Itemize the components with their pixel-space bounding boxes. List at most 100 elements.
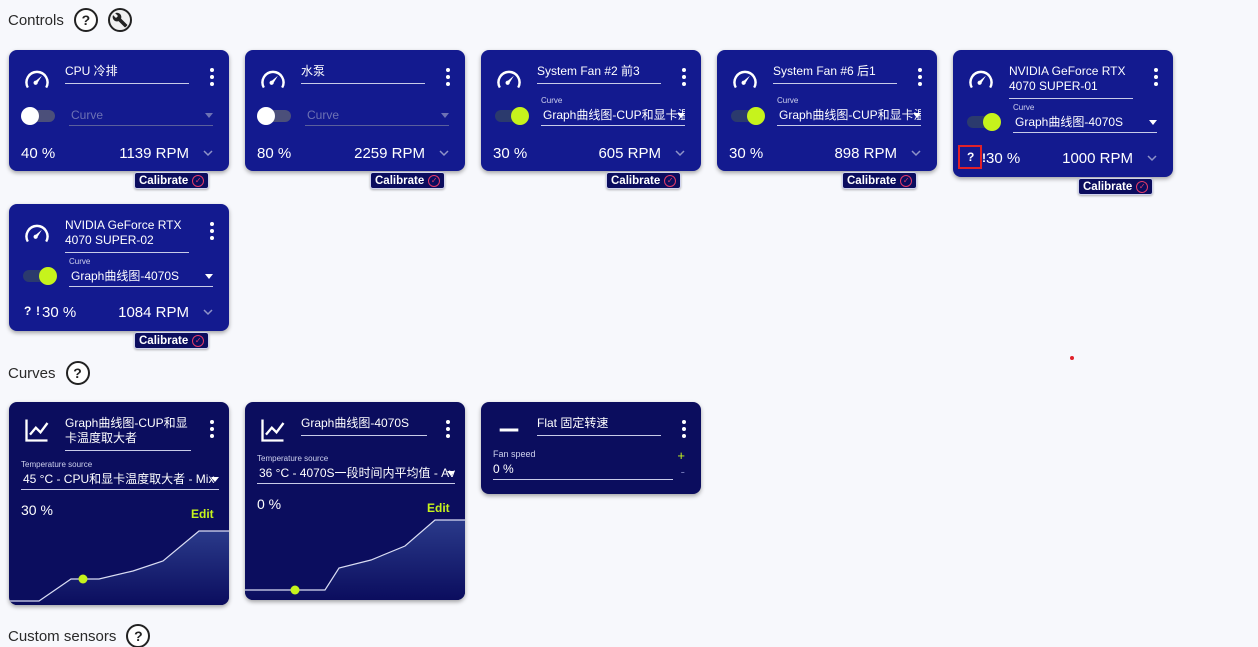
more-menu-icon[interactable] bbox=[681, 68, 687, 86]
curve-area bbox=[245, 520, 465, 600]
curves-help-button[interactable]: ? bbox=[65, 361, 90, 385]
line-chart-icon bbox=[261, 419, 285, 442]
expand-chevron-icon[interactable] bbox=[1147, 153, 1157, 163]
curve-select[interactable]: Curve Graph曲线图-4070S bbox=[1013, 103, 1157, 133]
expand-chevron-icon[interactable] bbox=[911, 148, 921, 158]
chevron-down-icon bbox=[441, 113, 449, 118]
more-menu-icon[interactable] bbox=[445, 68, 451, 86]
manual-toggle[interactable] bbox=[731, 107, 765, 125]
check-circle-icon: ✓ bbox=[192, 174, 205, 187]
edit-curve-button[interactable]: Edit bbox=[427, 501, 450, 515]
control-name[interactable]: System Fan #6 后1 bbox=[773, 64, 897, 84]
line-chart-icon bbox=[25, 419, 49, 442]
fan-rpm: 898 RPM bbox=[834, 145, 897, 162]
check-circle-icon: ✓ bbox=[1136, 180, 1149, 193]
curve-area bbox=[9, 531, 229, 605]
fan-percent: 30 % bbox=[493, 145, 528, 162]
increment-button[interactable]: + bbox=[677, 449, 685, 462]
calibrate-button[interactable]: Calibrate ✓ bbox=[134, 332, 210, 349]
more-menu-icon[interactable] bbox=[917, 68, 923, 86]
chevron-down-icon bbox=[211, 477, 219, 482]
curve-select[interactable]: Curve Graph曲线图-CUP和显卡温度取大者 bbox=[777, 96, 921, 126]
expand-chevron-icon[interactable] bbox=[203, 307, 213, 317]
controls-help-button[interactable]: ? bbox=[73, 8, 98, 32]
control-card-pump: 水泵 Curve 80 % 2259 RPM bbox=[245, 50, 465, 171]
cursor-dot bbox=[1070, 356, 1074, 360]
temperature-source-select[interactable]: Temperature source 45 °C - CPU和显卡温度取大者 -… bbox=[21, 460, 219, 490]
control-name[interactable]: 水泵 bbox=[301, 64, 425, 84]
curve-select[interactable]: Curve Graph曲线图-4070S bbox=[69, 257, 213, 287]
warning-question-icon[interactable]: ? bbox=[967, 150, 974, 164]
more-menu-icon[interactable] bbox=[1153, 68, 1159, 86]
help-icon: ? bbox=[73, 365, 82, 381]
chevron-down-icon bbox=[205, 274, 213, 279]
manual-toggle[interactable] bbox=[257, 107, 291, 125]
temperature-source-select[interactable]: Temperature source 36 °C - 4070S一段时间内平均值… bbox=[257, 454, 455, 484]
calibrate-button[interactable]: Calibrate ✓ bbox=[134, 172, 210, 189]
more-menu-icon[interactable] bbox=[209, 222, 215, 240]
chevron-down-icon bbox=[447, 471, 455, 476]
current-point bbox=[78, 574, 88, 584]
more-menu-icon[interactable] bbox=[681, 420, 687, 438]
check-circle-icon: ✓ bbox=[428, 174, 441, 187]
check-circle-icon: ✓ bbox=[192, 334, 205, 347]
control-card-gpu01: NVIDIA GeForce RTX 4070 SUPER-01 Curve Gr… bbox=[953, 50, 1173, 177]
curve-card-4070s: Graph曲线图-4070S Temperature source 36 °C … bbox=[245, 402, 465, 600]
controls-settings-button[interactable] bbox=[107, 8, 132, 32]
calibrate-button[interactable]: Calibrate ✓ bbox=[1078, 178, 1154, 195]
control-name[interactable]: NVIDIA GeForce RTX 4070 SUPER-02 bbox=[65, 218, 189, 253]
curve-name[interactable]: Flat 固定转速 bbox=[537, 416, 661, 436]
curve-select[interactable]: Curve bbox=[69, 106, 213, 126]
control-name[interactable]: CPU 冷排 bbox=[65, 64, 189, 84]
expand-chevron-icon[interactable] bbox=[675, 148, 685, 158]
curve-select[interactable]: Curve Graph曲线图-CUP和显卡温度取大者 bbox=[541, 96, 685, 126]
speedometer-icon bbox=[25, 70, 49, 89]
fan-speed-input[interactable]: Fan speed 0 % bbox=[493, 449, 673, 480]
calibrate-button[interactable]: Calibrate ✓ bbox=[842, 172, 918, 189]
calibrate-button[interactable]: Calibrate ✓ bbox=[370, 172, 446, 189]
control-card-sysfan6: System Fan #6 后1 Curve Graph曲线图-CUP和显卡温度… bbox=[717, 50, 937, 171]
custom-sensors-help-button[interactable]: ? bbox=[126, 624, 151, 647]
fan-percent: 40 % bbox=[21, 145, 56, 162]
decrement-button[interactable]: - bbox=[681, 465, 685, 478]
warning-question-icon[interactable]: ? bbox=[24, 304, 31, 318]
curve-graph[interactable] bbox=[9, 521, 229, 605]
curve-select[interactable]: Curve bbox=[305, 106, 449, 126]
speedometer-icon bbox=[497, 70, 521, 89]
fan-percent: 30 % bbox=[42, 304, 77, 321]
chevron-down-icon bbox=[1149, 120, 1157, 125]
more-menu-icon[interactable] bbox=[209, 420, 215, 438]
current-point bbox=[290, 585, 300, 595]
curve-name[interactable]: Graph曲线图-4070S bbox=[301, 416, 427, 436]
control-name[interactable]: System Fan #2 前3 bbox=[537, 64, 661, 84]
curve-card-flat: Flat 固定转速 Fan speed 0 % + - bbox=[481, 402, 701, 494]
manual-toggle[interactable] bbox=[21, 107, 55, 125]
edit-curve-button[interactable]: Edit bbox=[191, 507, 214, 521]
fan-rpm: 1084 RPM bbox=[118, 304, 189, 321]
speedometer-icon bbox=[969, 70, 993, 89]
controls-header: Controls ? bbox=[8, 8, 132, 32]
speedometer-icon bbox=[733, 70, 757, 89]
curve-graph[interactable] bbox=[245, 516, 465, 600]
chevron-down-icon bbox=[677, 113, 685, 118]
curves-header: Curves ? bbox=[8, 361, 90, 385]
control-name[interactable]: NVIDIA GeForce RTX 4070 SUPER-01 bbox=[1009, 64, 1133, 99]
calibrate-button[interactable]: Calibrate ✓ bbox=[606, 172, 682, 189]
expand-chevron-icon[interactable] bbox=[439, 148, 449, 158]
check-circle-icon: ✓ bbox=[664, 174, 677, 187]
curve-name[interactable]: Graph曲线图-CUP和显 卡温度取大者 bbox=[65, 416, 191, 451]
manual-toggle[interactable] bbox=[495, 107, 529, 125]
wrench-icon bbox=[112, 12, 128, 28]
check-circle-icon: ✓ bbox=[900, 174, 913, 187]
chevron-down-icon bbox=[913, 113, 921, 118]
expand-chevron-icon[interactable] bbox=[203, 148, 213, 158]
curve-card-cpu-gpu-max: Graph曲线图-CUP和显 卡温度取大者 Temperature source … bbox=[9, 402, 229, 605]
manual-toggle[interactable] bbox=[967, 113, 1001, 131]
control-card-sysfan2: System Fan #2 前3 Curve Graph曲线图-CUP和显卡温度… bbox=[481, 50, 701, 171]
more-menu-icon[interactable] bbox=[209, 68, 215, 86]
help-icon: ? bbox=[81, 12, 91, 28]
custom-sensors-title: Custom sensors bbox=[8, 627, 117, 645]
manual-toggle[interactable] bbox=[23, 267, 57, 285]
fan-percent: 30 % bbox=[986, 150, 1021, 167]
more-menu-icon[interactable] bbox=[445, 420, 451, 438]
